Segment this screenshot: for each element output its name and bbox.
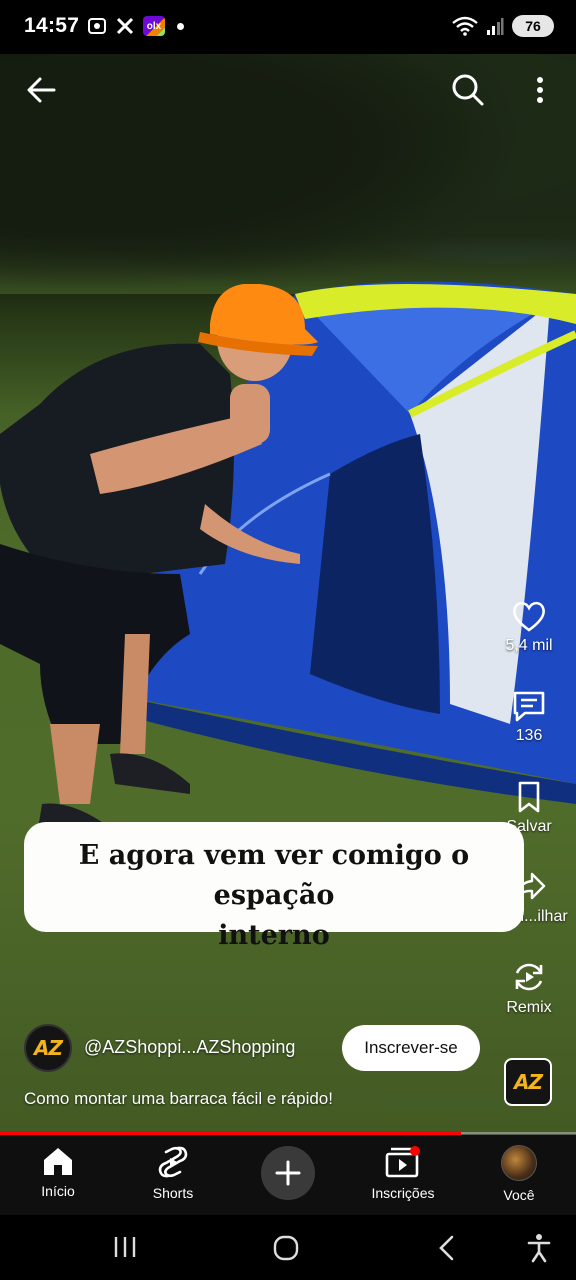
like-count: 5,4 mil [505,637,553,654]
create-button[interactable] [261,1146,315,1200]
signal-icon [487,18,504,35]
system-status-icons: 76 [452,15,554,37]
nav-home-label: Início [41,1183,75,1199]
accessibility-icon[interactable] [526,1233,552,1263]
notification-dot [177,22,184,30]
shorts-icon [158,1146,188,1178]
nav-subscriptions-label: Inscrições [371,1185,435,1201]
avatar [501,1145,537,1181]
subscriptions-icon [385,1146,420,1178]
subscribe-button[interactable]: Inscrever-se [342,1025,480,1071]
home-icon [44,1148,72,1175]
status-bar: 14:57 olx 76 [0,0,576,54]
caption-line-1: E agora vem ver comigo o espação [78,840,470,911]
nav-you-label: Você [503,1187,535,1203]
nav-home[interactable]: Início [8,1135,108,1215]
caption-line-2: interno [218,920,330,951]
video-caption-bubble: E agora vem ver comigo o espação interno [24,822,524,951]
more-vertical-icon[interactable] [528,72,552,108]
sound-thumbnail-text: AZ [514,1070,543,1094]
notification-icons: olx [87,16,184,36]
remix-label: Remix [506,999,552,1016]
battery-icon: 76 [512,15,554,37]
channel-handle[interactable]: @AZShoppi...AZShopping [84,1037,295,1058]
search-icon[interactable] [450,72,486,108]
nav-shorts-label: Shorts [152,1185,194,1201]
recent-apps-icon[interactable] [112,1235,138,1259]
wifi-icon [452,16,478,36]
x-icon [115,16,135,36]
comments-button[interactable]: 136 [486,689,572,745]
bottom-navigation: Início Shorts Inscrições Você [0,1135,576,1215]
remix-icon [515,963,543,991]
status-time: 14:57 [24,14,80,37]
like-button[interactable]: 5,4 mil [486,599,572,655]
person-illustration [0,284,318,859]
nav-you[interactable]: Você [469,1135,569,1215]
olx-label: olx [146,20,162,32]
back-chevron-icon[interactable] [436,1234,458,1262]
sound-thumbnail[interactable]: AZ [504,1058,552,1106]
screen-record-icon [87,16,107,36]
nav-shorts[interactable]: Shorts [123,1135,223,1215]
remix-button[interactable]: Remix [486,959,572,1017]
battery-level: 76 [525,18,541,34]
back-arrow-icon[interactable] [24,72,60,108]
olx-icon: olx [143,16,165,36]
comments-count: 136 [515,727,543,744]
system-navigation-bar [0,1215,576,1280]
channel-avatar-text: AZ [34,1036,63,1060]
video-title[interactable]: Como montar uma barraca fácil e rápido! [24,1089,333,1109]
home-circle-icon[interactable] [272,1234,300,1262]
plus-icon [275,1160,301,1186]
nav-subscriptions[interactable]: Inscrições [353,1135,453,1215]
heart-icon [513,601,545,632]
video-player[interactable]: 5,4 mil 136 Salvar Com...ilhar Remix E a… [0,54,576,1134]
comment-icon [513,691,545,722]
channel-avatar[interactable]: AZ [24,1024,72,1072]
bookmark-icon [518,781,540,813]
